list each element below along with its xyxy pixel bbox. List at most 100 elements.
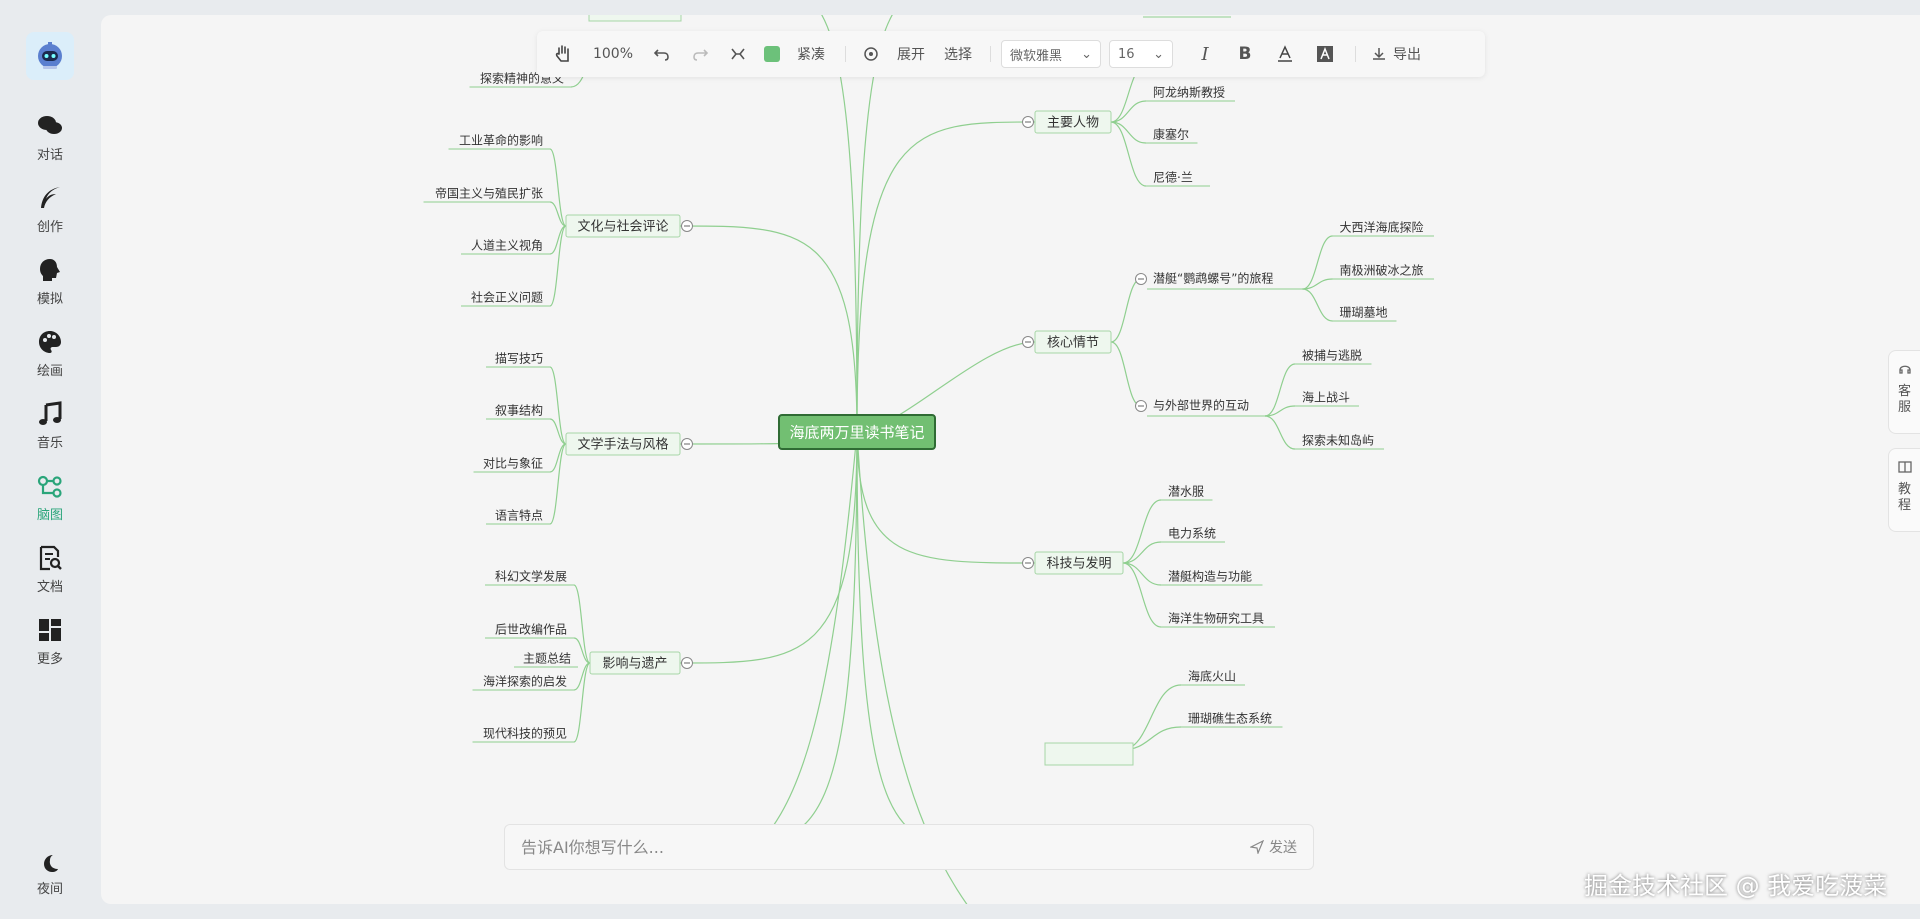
leaf-node-partial[interactable]: 珊瑚礁生态系统: [1188, 711, 1272, 726]
leaf-node[interactable]: 语言特点: [495, 508, 543, 523]
chat-bubbles-icon: [38, 116, 62, 134]
branch-node-partial: [1044, 742, 1134, 766]
nav-music[interactable]: 音乐: [0, 400, 100, 451]
app-logo[interactable]: [26, 32, 74, 80]
nav-mindmap-label: 脑图: [36, 508, 63, 523]
sidebar: 对话 创作 模拟 绘画 音乐 脑图 文档 更多 夜间: [0, 0, 100, 919]
nav-chat-label: 对话: [36, 148, 63, 163]
leaf-node[interactable]: 海上战斗: [1302, 390, 1350, 405]
branch-node-4-label[interactable]: 核心情节: [1047, 336, 1099, 351]
leaf-node[interactable]: 现代科技的预见: [483, 726, 567, 741]
moon-icon: [44, 855, 58, 872]
leaf-node[interactable]: 社会正义问题: [471, 290, 543, 305]
ai-prompt-input[interactable]: [519, 826, 1250, 868]
edge-leaf: [1110, 121, 1147, 144]
redo-button[interactable]: [681, 39, 719, 69]
leaf-node[interactable]: 阿龙纳斯教授: [1153, 85, 1225, 100]
tutorial-button[interactable]: 教程: [1888, 448, 1920, 532]
export-label: 导出: [1393, 47, 1421, 63]
leaf-node[interactable]: 工业革命的影响: [459, 133, 543, 148]
palette-icon: [39, 331, 61, 353]
leaf-node-partial[interactable]: 主题总结: [523, 652, 571, 666]
bold-icon: B: [1238, 44, 1252, 64]
locate-button[interactable]: [856, 39, 886, 69]
branch-node-3-label[interactable]: 主要人物: [1047, 116, 1099, 131]
expand-button[interactable]: 展开: [886, 39, 936, 69]
export-button[interactable]: 导出: [1366, 39, 1426, 69]
sub-node-1[interactable]: 与外部世界的互动: [1153, 398, 1249, 413]
leaf-node[interactable]: 被捕与逃脱: [1302, 348, 1362, 363]
nav-chat[interactable]: 对话: [0, 112, 100, 163]
leaf-node[interactable]: 珊瑚墓地: [1340, 305, 1388, 320]
nav-paint[interactable]: 绘画: [0, 328, 100, 379]
leaf-node[interactable]: 海洋探索的启发: [483, 674, 567, 689]
bold-button[interactable]: B: [1225, 39, 1265, 69]
customer-service-label: 客服: [1897, 384, 1911, 415]
zoom-level[interactable]: 100%: [583, 39, 643, 69]
mind-map-icon: [37, 475, 62, 498]
music-note-icon: [39, 401, 62, 425]
robot-logo-icon: [38, 42, 62, 69]
nav-simulate[interactable]: 模拟: [0, 256, 100, 307]
watermark: 掘金技术社区 @ 我爱吃菠菜: [1584, 872, 1888, 900]
select-button[interactable]: 选择: [936, 39, 980, 69]
compact-button[interactable]: 紧凑: [787, 39, 835, 69]
text-color-button[interactable]: [1265, 39, 1305, 69]
italic-button[interactable]: I: [1185, 39, 1225, 69]
edge-leaf: [1110, 100, 1147, 123]
font-size-select[interactable]: 16 ⌄: [1109, 40, 1173, 68]
leaf-node[interactable]: 帝国主义与殖民扩张: [435, 186, 543, 201]
leaf-node[interactable]: 潜水服: [1168, 485, 1204, 499]
branch-node-0-label[interactable]: 文化与社会评论: [577, 219, 668, 235]
nav-music-label: 音乐: [36, 436, 63, 451]
edge-root-5: [856, 431, 1036, 564]
leaf-node[interactable]: 对比与象征: [483, 457, 543, 471]
hand-tool-button[interactable]: [543, 39, 583, 69]
edge-leaf: [1122, 562, 1162, 628]
nav-document[interactable]: 文档: [0, 544, 100, 595]
leaf-node[interactable]: 南极洲破冰之旅: [1340, 263, 1424, 278]
italic-icon: I: [1201, 43, 1209, 65]
font-family-select[interactable]: 微软雅黑 ⌄: [1001, 40, 1101, 68]
edge-sub: [1110, 278, 1142, 343]
leaf-node[interactable]: 探索未知岛屿: [1302, 433, 1374, 448]
edge-root-3: [856, 121, 1036, 433]
mindmap-svg[interactable]: 工业革命的影响帝国主义与殖民扩张人道主义视角社会正义问题 文化与社会评论描写技巧叙…: [101, 15, 1920, 904]
chevron-down-icon: ⌄: [1081, 46, 1092, 62]
leaf-node-partial[interactable]: 海底火山: [1188, 669, 1236, 684]
customer-service-button[interactable]: 客服: [1888, 350, 1920, 434]
edge-offscreen: [821, 15, 858, 433]
color-picker-button[interactable]: [757, 39, 787, 69]
leaf-node[interactable]: 大西洋海底探险: [1340, 220, 1424, 235]
leaf-node[interactable]: 描写技巧: [495, 352, 543, 366]
structure-button[interactable]: [719, 39, 757, 69]
root-node-label[interactable]: 海底两万里读书笔记: [789, 424, 924, 442]
leaf-node[interactable]: 潜艇构造与功能: [1168, 569, 1252, 584]
branch-node-5-label[interactable]: 科技与发明: [1046, 556, 1111, 572]
book-icon: [1897, 461, 1912, 473]
branch-node-1-label[interactable]: 文学手法与风格: [577, 437, 668, 453]
edge-leaf: [1264, 415, 1296, 450]
send-button[interactable]: 发送: [1250, 837, 1297, 857]
nav-paint-label: 绘画: [36, 364, 63, 379]
text-background-button[interactable]: [1305, 39, 1345, 69]
nav-mindmap[interactable]: 脑图: [0, 472, 100, 523]
send-label: 发送: [1269, 840, 1297, 856]
leaf-node[interactable]: 后世改编作品: [495, 622, 567, 637]
mindmap-canvas[interactable]: 工业革命的影响帝国主义与殖民扩张人道主义视角 社会正义问题 文化与社会评论描写技巧叙…: [101, 15, 1920, 904]
sub-node-0[interactable]: 潜艇“鹦鹉螺号”的旅程: [1153, 271, 1273, 286]
undo-button[interactable]: [643, 39, 681, 69]
leaf-node[interactable]: 海洋生物研究工具: [1168, 611, 1264, 626]
leaf-node[interactable]: 康塞尔: [1153, 127, 1189, 142]
leaf-node[interactable]: 叙事结构: [495, 403, 543, 418]
nav-create[interactable]: 创作: [0, 184, 100, 235]
leaf-node[interactable]: 电力系统: [1168, 527, 1216, 541]
toolbar-divider: [1355, 46, 1356, 62]
night-mode-toggle[interactable]: 夜间: [0, 852, 100, 897]
leaf-node[interactable]: 尼德·兰: [1153, 170, 1193, 185]
head-silhouette-icon: [40, 259, 60, 281]
leaf-node[interactable]: 人道主义视角: [471, 238, 543, 253]
branch-node-2-label[interactable]: 影响与遗产: [602, 656, 667, 672]
leaf-node[interactable]: 科幻文学发展: [495, 569, 567, 584]
nav-more[interactable]: 更多: [0, 616, 100, 667]
